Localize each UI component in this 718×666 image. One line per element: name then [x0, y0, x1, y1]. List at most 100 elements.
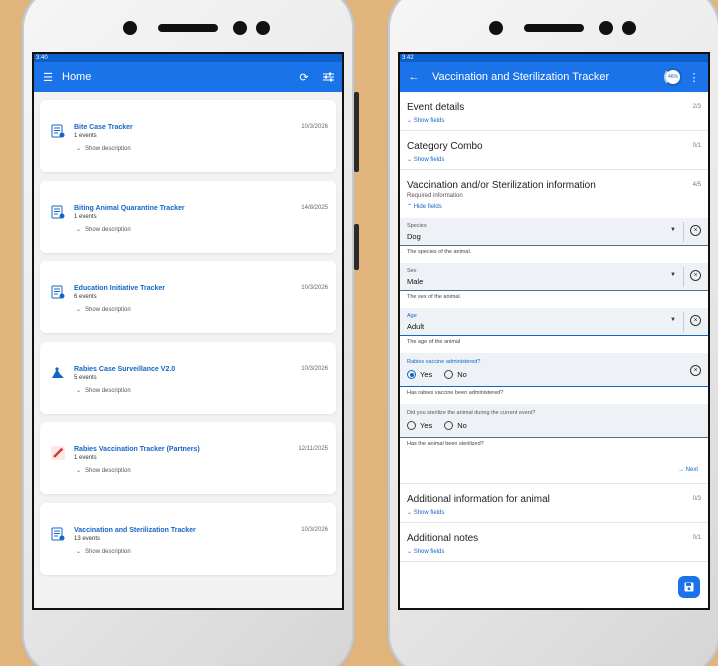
front-camera [123, 21, 137, 35]
radio-label: Yes [420, 421, 433, 430]
phone-top-bezel [388, 18, 718, 38]
radio-no[interactable] [444, 421, 454, 430]
program-card[interactable]: Bite Case Tracker 1 events 10/3/2026 ⌄ Show … [40, 100, 336, 172]
radio-yes[interactable] [407, 421, 416, 430]
surveillance-icon [51, 366, 65, 380]
document-form-icon [51, 124, 65, 138]
save-button[interactable] [678, 576, 700, 598]
show-fields-toggle[interactable]: ⌄ Show fields [407, 156, 701, 163]
program-card[interactable]: Biting Animal Quarantine Tracker 1 events… [40, 180, 336, 253]
program-name: Rabies Case Surveillance V2.0 [74, 365, 176, 373]
section-additional-notes: Additional notes 0/1 ⌄ Show fields [400, 523, 708, 562]
divider [683, 267, 684, 287]
species-field[interactable]: Species Dog ▼ × [400, 218, 708, 246]
program-name: Education Initiative Tracker [74, 285, 166, 292]
dropdown-arrow-icon[interactable]: ▼ [670, 317, 676, 323]
back-arrow-icon[interactable]: ← [406, 69, 422, 85]
field-help: Has the animal been sterilized? [407, 441, 484, 447]
chevron-down-icon: ⌄ [76, 387, 82, 394]
hide-fields-toggle[interactable]: ⌃ Hide fields [407, 203, 701, 210]
phone-side-button [354, 92, 359, 172]
chevron-down-icon: ⌄ [76, 468, 82, 474]
last-updated-date: 10/3/2026 [301, 285, 328, 291]
show-description-toggle[interactable]: ⌄ Show description [76, 467, 131, 474]
field-value: Male [407, 277, 424, 286]
phone-side-button [354, 224, 359, 270]
phone-frame-right: 3:42 ← Vaccination and Sterilization Tra… [388, 0, 718, 666]
chevron-down-icon: ⌄ [407, 157, 413, 163]
sterilize-field: Did you sterilize the animal during the … [400, 404, 708, 438]
sensor-dot [233, 21, 247, 35]
field-help: Has rabies vaccine been administered? [407, 390, 504, 396]
show-description-toggle[interactable]: ⌄ Show description [76, 387, 131, 394]
status-bar: 3:40 [34, 54, 342, 62]
divider [683, 222, 684, 242]
sync-icon[interactable]: ⟳ [296, 69, 312, 85]
radio-no[interactable] [444, 370, 454, 379]
sensor-dot [622, 21, 636, 35]
document-form-icon [51, 285, 65, 299]
next-button[interactable]: → Next [400, 447, 708, 484]
show-description-toggle[interactable]: ⌄ Show description [76, 226, 131, 233]
radio-label: No [457, 421, 467, 430]
show-fields-toggle[interactable]: ⌄ Show fields [407, 548, 701, 555]
clear-icon[interactable]: × [690, 315, 701, 326]
section-count: 4/5 [692, 182, 701, 188]
field-value: Dog [407, 232, 421, 241]
age-field[interactable]: Age Adult ▼ × [400, 308, 708, 336]
program-card[interactable]: Vaccination and Sterilization Tracker 13 … [40, 502, 336, 575]
chevron-down-icon: ⌄ [76, 548, 82, 555]
radio-yes[interactable] [407, 370, 416, 379]
program-card[interactable]: Education Initiative Tracker 6 events 10/3… [40, 261, 336, 333]
more-options-icon[interactable]: ⋮ [686, 69, 702, 85]
section-title: Additional notes [407, 533, 479, 544]
sex-field[interactable]: Sex Male ▼ × [400, 263, 708, 291]
clear-icon[interactable]: × [690, 365, 701, 376]
field-label: Did you sterilize the animal during the … [407, 410, 536, 416]
event-count: 6 events [74, 294, 97, 300]
field-value: Adult [407, 322, 425, 331]
show-fields-toggle[interactable]: ⌄ Show fields [407, 509, 701, 516]
section-title: Category Combo [407, 141, 483, 152]
sensor-dot [256, 21, 270, 35]
clear-icon[interactable]: × [690, 270, 701, 281]
earpiece-speaker [158, 24, 218, 32]
divider [683, 312, 684, 332]
field-label: Age [407, 313, 417, 319]
app-bar: ← Vaccination and Sterilization Tracker … [400, 62, 708, 92]
field-label: Rabies vaccine administered? [407, 359, 481, 365]
section-count: 2/3 [692, 104, 701, 110]
event-count: 1 events [74, 133, 97, 139]
rabies-vaccine-field: Rabies vaccine administered? Yes No × [400, 353, 708, 387]
front-camera [489, 21, 503, 35]
document-form-icon [51, 205, 65, 219]
app-bar: ☰ Home ⟳ [34, 62, 342, 92]
dropdown-arrow-icon[interactable]: ▼ [670, 227, 676, 233]
radio-group: Yes No [407, 370, 479, 379]
filter-icon[interactable] [320, 69, 336, 85]
document-form-icon [51, 527, 65, 541]
section-count: 0/1 [692, 535, 701, 541]
event-count: 1 events [74, 455, 97, 461]
chevron-down-icon: ⌄ [407, 510, 413, 516]
section-event-details: Event details 2/3 ⌄ Show fields [400, 92, 708, 131]
status-bar: 3:42 [400, 54, 708, 62]
event-count: 13 events [74, 535, 101, 542]
chevron-down-icon: ⌄ [76, 226, 82, 233]
chevron-down-icon: ⌄ [76, 307, 82, 313]
page-title: Home [62, 71, 92, 83]
show-description-toggle[interactable]: ⌄ Show description [76, 145, 131, 152]
show-description-toggle[interactable]: ⌄ Show description [76, 306, 131, 313]
last-updated-date: 10/3/2026 [301, 526, 328, 533]
program-card[interactable]: Rabies Case Surveillance V2.0 5 events 10/… [40, 341, 336, 414]
show-description-toggle[interactable]: ⌄ Show description [76, 548, 131, 555]
menu-icon[interactable]: ☰ [40, 69, 56, 85]
last-updated-date: 10/3/2026 [301, 124, 328, 130]
show-fields-toggle[interactable]: ⌄ Show fields [407, 117, 701, 124]
radio-label: Yes [420, 370, 433, 379]
dropdown-arrow-icon[interactable]: ▼ [670, 272, 676, 278]
clear-icon[interactable]: × [690, 225, 701, 236]
last-updated-date: 14/8/2025 [301, 204, 328, 211]
section-title: Vaccination and/or Sterilization informa… [407, 180, 596, 191]
program-card[interactable]: Rabies Vaccination Tracker (Partners) 1 e… [40, 422, 336, 494]
